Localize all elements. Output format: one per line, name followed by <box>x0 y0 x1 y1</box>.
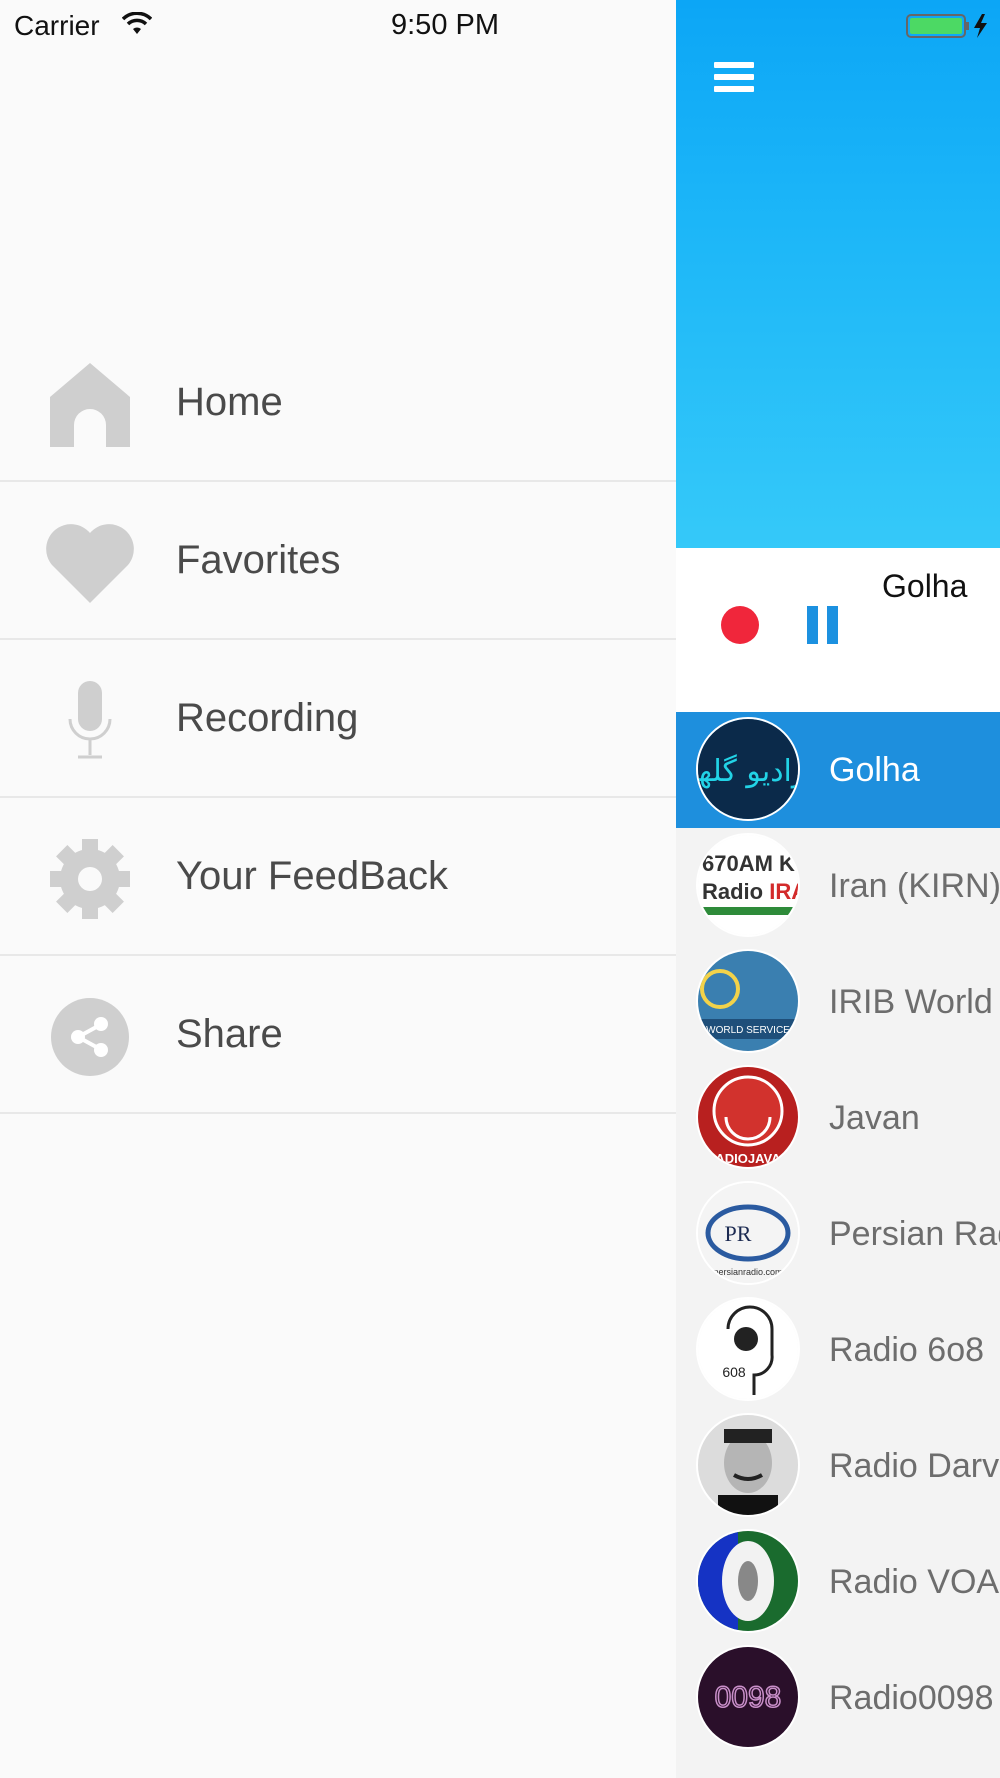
now-playing-title: Golha <box>882 568 968 604</box>
menu-label-home: Home <box>176 380 283 424</box>
side-drawer: Home Favorites Recording Your FeedBack S… <box>0 0 676 1778</box>
record-button[interactable] <box>721 606 759 644</box>
station-row-persian-radio[interactable]: PR persianradio.com Persian Rad <box>676 1176 1000 1292</box>
pause-button[interactable] <box>807 606 839 644</box>
menu-item-share[interactable]: Share <box>0 956 676 1114</box>
station-list: رادیو گلها Golha 670AM KIRN Radio IRAN Ir… <box>676 712 1000 1756</box>
station-name: IRIB World S <box>829 983 1000 1021</box>
station-name: Radio 6o8 <box>829 1331 985 1369</box>
station-logo: رادیو گلها <box>696 717 800 821</box>
station-logo: 670AM KIRN Radio IRAN <box>696 833 800 937</box>
menu-item-feedback[interactable]: Your FeedBack <box>0 798 676 956</box>
station-name: Radio0098 <box>829 1679 994 1717</box>
menu-label-feedback: Your FeedBack <box>176 854 449 898</box>
station-name: Golha <box>829 751 920 789</box>
station-logo: 608 <box>696 1297 800 1401</box>
station-row-radio-voa[interactable]: Radio VOA <box>676 1524 1000 1640</box>
svg-text:persianradio.com: persianradio.com <box>713 1267 782 1277</box>
status-bar: Carrier 9:50 PM <box>0 0 1000 52</box>
station-logo <box>696 1529 800 1633</box>
station-name: Radio Darvi <box>829 1447 1000 1485</box>
station-name: Javan <box>829 1099 920 1137</box>
station-name: Persian Rad <box>829 1215 1000 1253</box>
station-logo <box>696 1413 800 1517</box>
menu-label-recording: Recording <box>176 696 359 740</box>
heart-icon <box>42 520 138 606</box>
station-name: Radio VOA <box>829 1563 1000 1601</box>
microphone-icon <box>42 678 138 764</box>
share-icon <box>42 994 138 1080</box>
status-time: 9:50 PM <box>391 9 499 41</box>
svg-text:WORLD SERVICE: WORLD SERVICE <box>706 1025 790 1036</box>
battery-icon <box>906 14 987 38</box>
station-row-radio-darvish[interactable]: Radio Darvi <box>676 1408 1000 1524</box>
station-logo: WORLD SERVICE <box>696 949 800 1053</box>
menu-item-favorites[interactable]: Favorites <box>0 482 676 640</box>
svg-text:Radio IRAN: Radio IRAN <box>702 879 798 904</box>
menu-item-home[interactable]: Home <box>0 324 676 482</box>
station-row-radio-608[interactable]: 608 Radio 6o8 <box>676 1292 1000 1408</box>
menu-item-recording[interactable]: Recording <box>0 640 676 798</box>
home-icon <box>42 362 138 448</box>
station-row-kirn[interactable]: 670AM KIRN Radio IRAN Iran (KIRN) <box>676 828 1000 944</box>
station-row-irib[interactable]: WORLD SERVICE IRIB World S <box>676 944 1000 1060</box>
hamburger-menu-icon[interactable] <box>714 62 754 96</box>
svg-text:RADIOJAVAN: RADIOJAVAN <box>706 1151 790 1166</box>
station-logo: PR persianradio.com <box>696 1181 800 1285</box>
station-logo-text: 0098 <box>715 1681 782 1714</box>
player-bar: Golha <box>676 548 1000 712</box>
svg-text:608: 608 <box>722 1364 746 1380</box>
main-panel: Golha رادیو گلها Golha 670AM KIRN Radio I… <box>676 0 1000 1778</box>
header-banner <box>676 0 1000 548</box>
station-name: Iran (KIRN) <box>829 867 1000 905</box>
station-logo: RADIOJAVAN <box>696 1065 800 1169</box>
station-logo-text: رادیو گلها <box>698 754 798 789</box>
svg-text:670AM KIRN: 670AM KIRN <box>702 851 798 876</box>
gear-icon <box>42 836 138 922</box>
menu-label-favorites: Favorites <box>176 538 341 582</box>
menu-label-share: Share <box>176 1012 283 1056</box>
station-row-radio0098[interactable]: 0098 Radio0098 <box>676 1640 1000 1756</box>
station-row-javan[interactable]: RADIOJAVAN Javan <box>676 1060 1000 1176</box>
station-logo: 0098 <box>696 1645 800 1749</box>
station-row-golha[interactable]: رادیو گلها Golha <box>676 712 1000 828</box>
svg-text:PR: PR <box>725 1221 752 1246</box>
